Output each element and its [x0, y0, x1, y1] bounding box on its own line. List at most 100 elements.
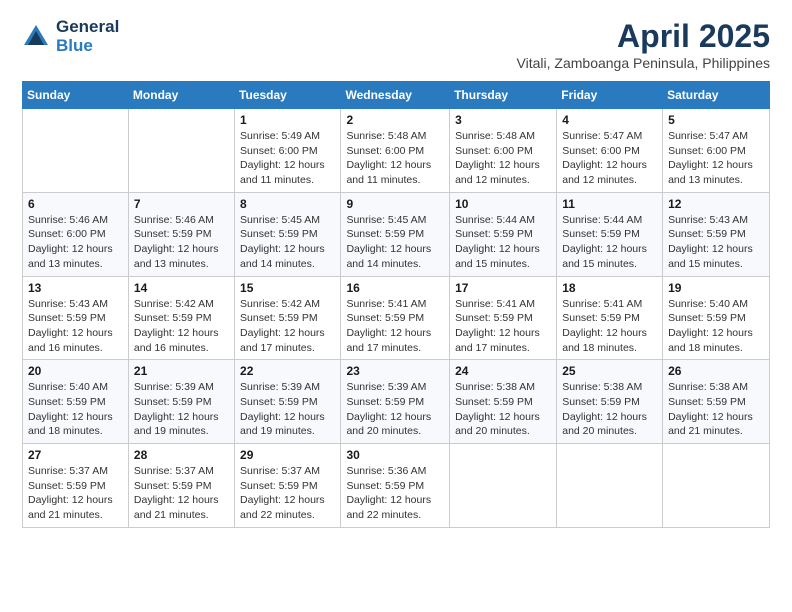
table-row: 2 Sunrise: 5:48 AM Sunset: 6:00 PM Daylig…	[341, 109, 450, 193]
logo-blue-text: Blue	[56, 37, 119, 56]
table-row: 14 Sunrise: 5:42 AM Sunset: 5:59 PM Dayli…	[128, 276, 234, 360]
day-info: Sunrise: 5:44 AM Sunset: 5:59 PM Dayligh…	[455, 213, 551, 272]
table-row: 11 Sunrise: 5:44 AM Sunset: 5:59 PM Dayli…	[557, 192, 663, 276]
table-row: 29 Sunrise: 5:37 AM Sunset: 5:59 PM Dayli…	[235, 444, 341, 528]
day-number: 29	[240, 448, 335, 462]
table-row: 23Sunrise: 5:39 AM Sunset: 5:59 PM Dayli…	[341, 360, 450, 444]
table-row: 18 Sunrise: 5:41 AM Sunset: 5:59 PM Dayli…	[557, 276, 663, 360]
day-number: 10	[455, 197, 551, 211]
day-info: Sunrise: 5:46 AM Sunset: 5:59 PM Dayligh…	[134, 213, 229, 272]
day-info: Sunrise: 5:40 AM Sunset: 5:59 PM Dayligh…	[28, 380, 123, 439]
table-row	[557, 444, 663, 528]
table-row: 13 Sunrise: 5:43 AM Sunset: 5:59 PM Dayli…	[23, 276, 129, 360]
day-number: 5	[668, 113, 764, 127]
header: General Blue April 2025 Vitali, Zamboang…	[22, 18, 770, 71]
day-info: Sunrise: 5:44 AM Sunset: 5:59 PM Dayligh…	[562, 213, 657, 272]
day-number: 12	[668, 197, 764, 211]
day-info: Sunrise: 5:46 AM Sunset: 6:00 PM Dayligh…	[28, 213, 123, 272]
day-info: Sunrise: 5:42 AM Sunset: 5:59 PM Dayligh…	[134, 297, 229, 356]
day-info: Sunrise: 5:41 AM Sunset: 5:59 PM Dayligh…	[346, 297, 444, 356]
day-number: 4	[562, 113, 657, 127]
table-row: 27 Sunrise: 5:37 AM Sunset: 5:59 PM Dayli…	[23, 444, 129, 528]
logo-general-text: General	[56, 18, 119, 37]
table-row: 17 Sunrise: 5:41 AM Sunset: 5:59 PM Dayli…	[450, 276, 557, 360]
day-number: 3	[455, 113, 551, 127]
calendar-row: 1 Sunrise: 5:49 AM Sunset: 6:00 PM Daylig…	[23, 109, 770, 193]
day-number: 26	[668, 364, 764, 378]
calendar-row: 27 Sunrise: 5:37 AM Sunset: 5:59 PM Dayli…	[23, 444, 770, 528]
table-row: 24Sunrise: 5:38 AM Sunset: 5:59 PM Dayli…	[450, 360, 557, 444]
day-info: Sunrise: 5:39 AM Sunset: 5:59 PM Dayligh…	[134, 380, 229, 439]
day-number: 21	[134, 364, 229, 378]
col-friday: Friday	[557, 82, 663, 109]
col-tuesday: Tuesday	[235, 82, 341, 109]
table-row	[128, 109, 234, 193]
day-info: Sunrise: 5:45 AM Sunset: 5:59 PM Dayligh…	[240, 213, 335, 272]
table-row: 28 Sunrise: 5:37 AM Sunset: 5:59 PM Dayli…	[128, 444, 234, 528]
calendar-row: 6 Sunrise: 5:46 AM Sunset: 6:00 PM Daylig…	[23, 192, 770, 276]
subtitle: Vitali, Zamboanga Peninsula, Philippines	[517, 55, 770, 71]
day-number: 15	[240, 281, 335, 295]
day-number: 28	[134, 448, 229, 462]
table-row: 7 Sunrise: 5:46 AM Sunset: 5:59 PM Daylig…	[128, 192, 234, 276]
calendar-row: 20Sunrise: 5:40 AM Sunset: 5:59 PM Dayli…	[23, 360, 770, 444]
day-info: Sunrise: 5:47 AM Sunset: 6:00 PM Dayligh…	[562, 129, 657, 188]
table-row: 20Sunrise: 5:40 AM Sunset: 5:59 PM Dayli…	[23, 360, 129, 444]
day-number: 25	[562, 364, 657, 378]
table-row: 30 Sunrise: 5:36 AM Sunset: 5:59 PM Dayli…	[341, 444, 450, 528]
col-sunday: Sunday	[23, 82, 129, 109]
day-number: 18	[562, 281, 657, 295]
table-row: 8 Sunrise: 5:45 AM Sunset: 5:59 PM Daylig…	[235, 192, 341, 276]
col-wednesday: Wednesday	[341, 82, 450, 109]
table-row: 10 Sunrise: 5:44 AM Sunset: 5:59 PM Dayli…	[450, 192, 557, 276]
day-info: Sunrise: 5:49 AM Sunset: 6:00 PM Dayligh…	[240, 129, 335, 188]
calendar-row: 13 Sunrise: 5:43 AM Sunset: 5:59 PM Dayli…	[23, 276, 770, 360]
day-info: Sunrise: 5:36 AM Sunset: 5:59 PM Dayligh…	[346, 464, 444, 523]
day-info: Sunrise: 5:43 AM Sunset: 5:59 PM Dayligh…	[28, 297, 123, 356]
main-title: April 2025	[517, 18, 770, 55]
day-number: 6	[28, 197, 123, 211]
day-number: 1	[240, 113, 335, 127]
day-number: 8	[240, 197, 335, 211]
day-number: 11	[562, 197, 657, 211]
day-number: 13	[28, 281, 123, 295]
logo-text: General Blue	[56, 18, 119, 55]
day-number: 27	[28, 448, 123, 462]
table-row: 3Sunrise: 5:48 AM Sunset: 6:00 PM Daylig…	[450, 109, 557, 193]
table-row: 19 Sunrise: 5:40 AM Sunset: 5:59 PM Dayli…	[663, 276, 770, 360]
table-row	[663, 444, 770, 528]
day-info: Sunrise: 5:38 AM Sunset: 5:59 PM Dayligh…	[562, 380, 657, 439]
day-info: Sunrise: 5:38 AM Sunset: 5:59 PM Dayligh…	[668, 380, 764, 439]
col-saturday: Saturday	[663, 82, 770, 109]
day-info: Sunrise: 5:38 AM Sunset: 5:59 PM Dayligh…	[455, 380, 551, 439]
table-row: 12 Sunrise: 5:43 AM Sunset: 5:59 PM Dayli…	[663, 192, 770, 276]
table-row: 1 Sunrise: 5:49 AM Sunset: 6:00 PM Daylig…	[235, 109, 341, 193]
day-info: Sunrise: 5:37 AM Sunset: 5:59 PM Dayligh…	[28, 464, 123, 523]
day-number: 30	[346, 448, 444, 462]
day-number: 19	[668, 281, 764, 295]
day-number: 23	[346, 364, 444, 378]
day-number: 14	[134, 281, 229, 295]
day-number: 2	[346, 113, 444, 127]
logo: General Blue	[22, 18, 119, 55]
day-info: Sunrise: 5:39 AM Sunset: 5:59 PM Dayligh…	[240, 380, 335, 439]
day-info: Sunrise: 5:42 AM Sunset: 5:59 PM Dayligh…	[240, 297, 335, 356]
title-block: April 2025 Vitali, Zamboanga Peninsula, …	[517, 18, 770, 71]
day-info: Sunrise: 5:40 AM Sunset: 5:59 PM Dayligh…	[668, 297, 764, 356]
day-info: Sunrise: 5:48 AM Sunset: 6:00 PM Dayligh…	[346, 129, 444, 188]
logo-icon	[22, 23, 50, 51]
day-info: Sunrise: 5:43 AM Sunset: 5:59 PM Dayligh…	[668, 213, 764, 272]
day-info: Sunrise: 5:41 AM Sunset: 5:59 PM Dayligh…	[562, 297, 657, 356]
table-row: 26 Sunrise: 5:38 AM Sunset: 5:59 PM Dayli…	[663, 360, 770, 444]
day-number: 7	[134, 197, 229, 211]
day-info: Sunrise: 5:41 AM Sunset: 5:59 PM Dayligh…	[455, 297, 551, 356]
day-info: Sunrise: 5:37 AM Sunset: 5:59 PM Dayligh…	[240, 464, 335, 523]
day-number: 17	[455, 281, 551, 295]
table-row: 5Sunrise: 5:47 AM Sunset: 6:00 PM Daylig…	[663, 109, 770, 193]
table-row: 4 Sunrise: 5:47 AM Sunset: 6:00 PM Daylig…	[557, 109, 663, 193]
table-row: 21 Sunrise: 5:39 AM Sunset: 5:59 PM Dayli…	[128, 360, 234, 444]
table-row: 16Sunrise: 5:41 AM Sunset: 5:59 PM Dayli…	[341, 276, 450, 360]
page: General Blue April 2025 Vitali, Zamboang…	[0, 0, 792, 612]
day-info: Sunrise: 5:37 AM Sunset: 5:59 PM Dayligh…	[134, 464, 229, 523]
table-row: 9Sunrise: 5:45 AM Sunset: 5:59 PM Daylig…	[341, 192, 450, 276]
